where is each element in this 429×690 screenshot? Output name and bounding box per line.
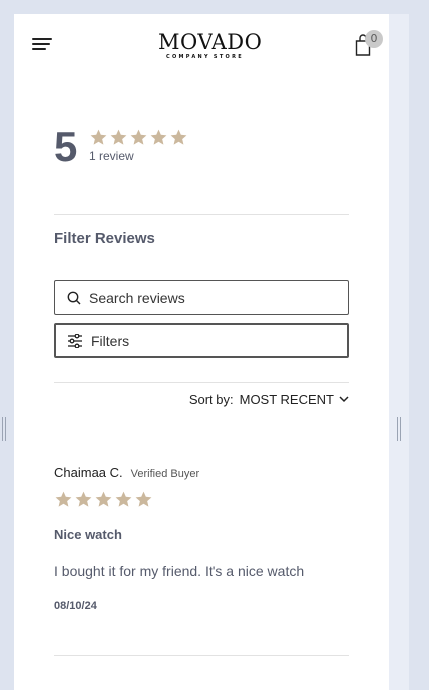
star-icon [75,491,92,507]
divider [54,655,349,656]
filter-reviews-heading: Filter Reviews [54,230,155,247]
logo-tagline: COMPANY STORE [166,54,244,60]
review-body: I bought it for my friend. It's a nice w… [54,563,305,579]
star-icon [95,491,112,507]
divider [54,214,349,215]
divider [54,382,349,383]
star-icon [115,491,132,507]
cart-count-badge: 0 [365,30,383,48]
review-date: 08/10/24 [54,600,97,612]
right-gutter [389,14,409,690]
review-count[interactable]: 1 review [89,149,134,163]
sort-label: Sort by: [188,392,234,407]
cart-button[interactable]: 0 [354,30,384,58]
search-reviews-input[interactable]: Search reviews [54,280,349,315]
left-resize-handle[interactable] [2,417,6,441]
star-icon [55,491,72,507]
star-icon [170,129,187,145]
search-placeholder: Search reviews [89,290,185,306]
verified-buyer-badge: Verified Buyer [130,468,200,480]
star-icon [130,129,147,145]
review-star-rating [54,490,153,509]
chevron-down-icon [339,396,349,403]
reviews-page: MOVADO COMPANY STORE 0 5 1 review Filter… [14,14,389,690]
logo-wordmark: MOVADO [158,30,263,54]
hamburger-menu-icon[interactable] [32,37,52,51]
sort-value: MOST RECENT [239,392,334,407]
summary-star-rating [89,128,188,147]
star-icon [110,129,127,145]
sort-dropdown[interactable]: Sort by: MOST RECENT [189,392,349,407]
movado-logo[interactable]: MOVADO COMPANY STORE [158,30,263,60]
sliders-icon [68,334,82,348]
filters-button[interactable]: Filters [54,323,349,358]
right-resize-handle[interactable] [397,417,401,441]
star-icon [90,129,107,145]
average-rating: 5 [54,123,78,170]
review-title: Nice watch [54,527,122,542]
star-icon [135,491,152,507]
star-icon [150,129,167,145]
reviewer-name: Chaimaa C. [54,465,123,480]
reviewer-info: Chaimaa C. Verified Buyer [54,465,199,480]
filters-label: Filters [91,333,130,349]
search-icon [67,291,81,305]
